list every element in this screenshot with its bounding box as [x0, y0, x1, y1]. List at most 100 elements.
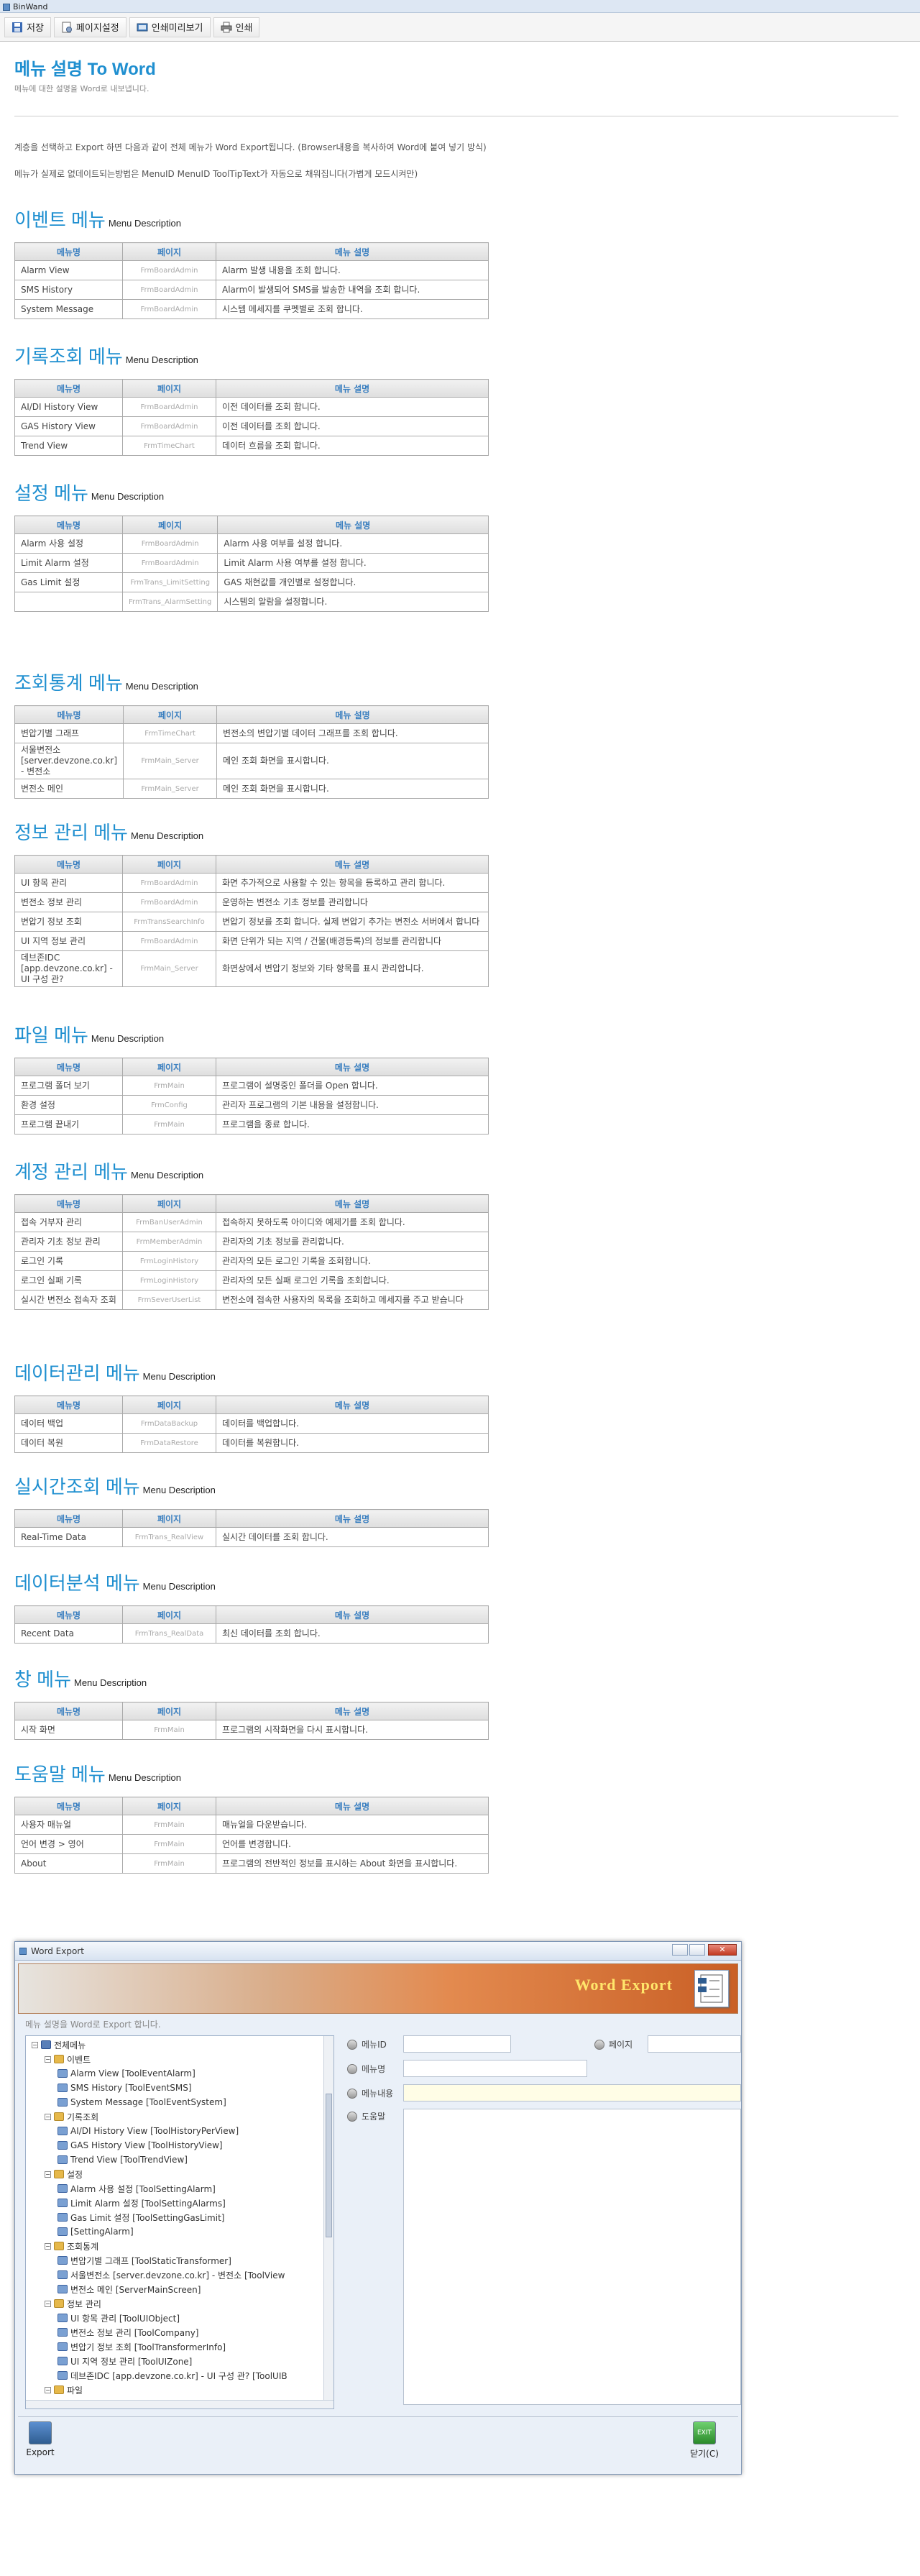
tree-node[interactable]: 데브존IDC [app.devzone.co.kr] - UI 구성 관? [T…	[32, 2368, 334, 2383]
print-preview-button[interactable]: 인쇄미리보기	[129, 17, 211, 37]
menu-name-cell: 로그인 기록	[14, 1251, 123, 1271]
column-header: 메뉴 설명	[216, 1605, 489, 1624]
page-cell: FrmMain	[122, 1815, 216, 1835]
collapse-toggle-icon[interactable]: −	[45, 2242, 51, 2250]
menu-content-field[interactable]	[403, 2084, 741, 2101]
column-header: 페이지	[123, 705, 218, 724]
section-heading: 데이터분석 메뉴 Menu Description	[14, 1569, 489, 1595]
tree-node-label: 데브존IDC [app.devzone.co.kr] - UI 구성 관? [T…	[70, 2370, 288, 2381]
menu-name-cell: 사용자 매뉴얼	[14, 1815, 123, 1835]
table-row: System Message FrmBoardAdmin 시스템 메세지를 쿠펫별로…	[14, 299, 489, 319]
export-button-label: Export	[26, 2447, 55, 2457]
menu-desc-cell: 관리자 프로그램의 기본 내용을 설정합니다.	[216, 1095, 489, 1115]
save-button[interactable]: 저장	[4, 17, 51, 37]
table-row: 사용자 매뉴얼 FrmMain 매뉴얼을 다운받습니다.	[14, 1815, 489, 1835]
tree-node[interactable]: − 이벤트	[32, 2052, 334, 2066]
tree-node[interactable]: SMS History [ToolEventSMS]	[32, 2081, 334, 2095]
tree-node[interactable]: Gas Limit 설정 [ToolSettingGasLimit]	[32, 2210, 334, 2224]
collapse-toggle-icon[interactable]: −	[45, 2386, 51, 2393]
print-button[interactable]: 인쇄	[213, 17, 260, 37]
page-cell: FrmMemberAdmin	[122, 1232, 216, 1252]
tree-node[interactable]: 변전소 메인 [ServerMainScreen]	[32, 2282, 334, 2296]
section-heading: 조회통계 메뉴 Menu Description	[14, 669, 489, 695]
tree-node[interactable]: − 기록조회	[32, 2109, 334, 2124]
tree-node[interactable]: UI 지역 정보 관리 [ToolUIZone]	[32, 2354, 334, 2368]
table-header-row: 메뉴명 페이지 메뉴 설명	[14, 855, 489, 874]
tree-node[interactable]: − 조회통계	[32, 2239, 334, 2253]
menu-id-field[interactable]	[403, 2035, 511, 2053]
section-heading: 실시간조회 메뉴 Menu Description	[14, 1472, 489, 1499]
menu-name-cell: 변전소 메인	[14, 779, 124, 799]
page-field[interactable]	[648, 2035, 741, 2053]
export-window-title: Word Export	[31, 1945, 84, 1956]
tree-node[interactable]: System Message [ToolEventSystem]	[32, 2095, 334, 2109]
folder-icon	[41, 2040, 51, 2049]
minimize-button[interactable]	[672, 1944, 688, 1956]
menu-item-icon	[58, 2357, 68, 2365]
maximize-button[interactable]	[689, 1944, 705, 1956]
collapse-toggle-icon[interactable]: −	[32, 2041, 38, 2048]
menu-section: 창 메뉴 Menu Description 메뉴명 페이지 메뉴 설명 시작 화면 FrmM…	[14, 1665, 489, 1740]
tree-node[interactable]: Trend View [ToolTrendView]	[32, 2153, 334, 2167]
tree-node[interactable]: Alarm View [ToolEventAlarm]	[32, 2066, 334, 2081]
menu-name-cell: 프로그램 폴더 보기	[14, 1076, 123, 1096]
tree-node[interactable]: − 파일	[32, 2383, 334, 2397]
section-title: 정보 관리 메뉴	[14, 822, 128, 843]
column-header: 메뉴 설명	[217, 515, 489, 534]
tree-node[interactable]: − 설정	[32, 2167, 334, 2181]
menu-desc-cell: GAS 채현값를 개인별로 설정합니다.	[217, 572, 489, 592]
help-textarea[interactable]	[403, 2109, 741, 2405]
section-title: 도움말 메뉴	[14, 1764, 106, 1785]
menu-item-icon	[58, 2069, 68, 2078]
tree-vertical-scrollbar[interactable]	[323, 2036, 334, 2408]
close-window-button[interactable]: ✕	[708, 1944, 737, 1956]
close-button[interactable]: EXIT 닫기(C)	[686, 2420, 722, 2466]
tree-horizontal-scrollbar[interactable]	[26, 2400, 334, 2408]
tree-node[interactable]: Limit Alarm 설정 [ToolSettingAlarms]	[32, 2196, 334, 2210]
collapse-toggle-icon[interactable]: −	[45, 2171, 51, 2178]
menu-desc-cell: 시스템의 알람을 설정합니다.	[217, 592, 489, 612]
tree-node[interactable]: 변압기 정보 조회 [ToolTransformerInfo]	[32, 2339, 334, 2354]
table-row: About FrmMain 프로그램의 전반적인 정보를 표시하는 About 화면…	[14, 1853, 489, 1874]
table-row: 로그인 기록 FrmLoginHistory 관리자의 모든 로그인 기록을 조회합…	[14, 1251, 489, 1271]
collapse-toggle-icon[interactable]: −	[45, 2113, 51, 2120]
menu-name-cell: About	[14, 1853, 123, 1874]
page-setup-button[interactable]: 페이지설정	[53, 17, 126, 37]
table-header-row: 메뉴명 페이지 메뉴 설명	[14, 1194, 489, 1213]
tree-node[interactable]: 변압기별 그래프 [ToolStaticTransformer]	[32, 2253, 334, 2268]
menu-desc-cell: 메인 조회 화면을 표시합니다.	[216, 779, 489, 799]
export-button[interactable]: Export	[22, 2420, 58, 2466]
page-cell: FrmMain	[122, 1853, 216, 1874]
menu-table: 메뉴명 페이지 메뉴 설명 사용자 매뉴얼 FrmMain 매뉴얼을 다운받습니다. 언어 …	[14, 1797, 489, 1874]
page-setup-label: 페이지설정	[75, 23, 119, 34]
page-label: 페이지	[594, 2038, 632, 2050]
tree-node[interactable]: AI/DI History View [ToolHistoryPerView]	[32, 2124, 334, 2138]
tree-node[interactable]: − 정보 관리	[32, 2296, 334, 2311]
menu-item-icon	[58, 2141, 68, 2150]
collapse-toggle-icon[interactable]: −	[45, 2055, 51, 2063]
tree-node[interactable]: 서울변전소 [server.devzone.co.kr] - 변전소 [Tool…	[32, 2268, 334, 2282]
tree-node[interactable]: UI 항목 관리 [ToolUIObject]	[32, 2311, 334, 2325]
column-header: 페이지	[122, 855, 216, 874]
page-cell: FrmMain_Server	[123, 743, 218, 779]
menu-name-cell: 데이터 백업	[14, 1413, 123, 1434]
page-cell: FrmTransSearchInfo	[122, 912, 216, 932]
page-cell: FrmMain	[122, 1720, 216, 1740]
tree-node[interactable]: − 전체메뉴	[32, 2038, 334, 2052]
scrollbar-thumb[interactable]	[326, 2094, 332, 2237]
page-cell: FrmTimeChart	[122, 436, 216, 456]
column-header: 메뉴 설명	[216, 379, 489, 398]
tree-node[interactable]: Alarm 사용 설정 [ToolSettingAlarm]	[32, 2181, 334, 2196]
menu-tree[interactable]: − 전체메뉴 − 이벤트 Alarm View [ToolEventAlarm] SMS …	[25, 2035, 334, 2409]
tree-node[interactable]: [SettingAlarm]	[32, 2224, 334, 2239]
menu-name-field[interactable]	[403, 2060, 587, 2077]
folder-icon	[54, 2385, 64, 2394]
table-header-row: 메뉴명 페이지 메뉴 설명	[14, 515, 489, 534]
tree-node[interactable]: 변전소 정보 관리 [ToolCompany]	[32, 2325, 334, 2339]
export-button-bar: Export EXIT 닫기(C)	[18, 2416, 738, 2471]
page-cell: FrmTimeChart	[123, 723, 218, 743]
menu-table: 메뉴명 페이지 메뉴 설명 Alarm View FrmBoardAdmin Alarm …	[14, 242, 489, 319]
tree-node-label: Alarm View [ToolEventAlarm]	[70, 2068, 196, 2078]
tree-node[interactable]: GAS History View [ToolHistoryView]	[32, 2138, 334, 2153]
collapse-toggle-icon[interactable]: −	[45, 2300, 51, 2307]
